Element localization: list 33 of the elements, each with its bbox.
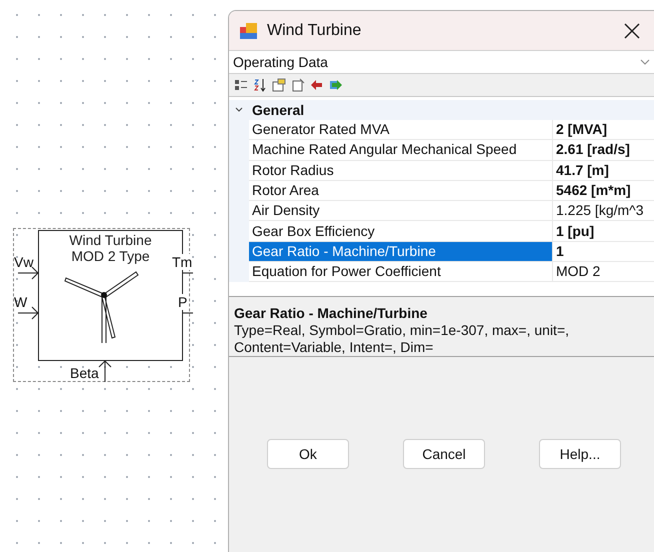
property-value[interactable]: 2.61 [rad/s] [553, 140, 654, 161]
property-name[interactable]: Rotor Area [249, 180, 553, 202]
property-name[interactable]: Air Density [249, 201, 553, 222]
property-name[interactable]: Rotor Radius [249, 160, 553, 181]
property-name[interactable]: Gear Ratio - Machine/Turbine [249, 242, 553, 262]
property-name[interactable]: Gear Box Efficiency [249, 221, 553, 242]
window-title: Wind Turbine [267, 20, 362, 40]
property-value[interactable]: 2 [MVA] [553, 120, 654, 140]
description-text: Type=Real, Symbol=Gratio, min=1e-307, max=, unit=, [234, 322, 570, 338]
property-name[interactable]: Generator Rated MVA [249, 120, 553, 140]
property-value[interactable]: MOD 2 [553, 262, 654, 282]
property-value[interactable]: 41.7 [m] [553, 160, 654, 181]
category-dropdown[interactable]: Operating Data [229, 50, 654, 74]
input-port-label: Vw [14, 254, 34, 270]
property-value[interactable]: 1.225 [kg/m^3 [553, 201, 654, 222]
property-value[interactable]: 5462 [m*m] [553, 180, 654, 202]
input-port-label: Beta [70, 365, 99, 381]
output-port-label: Tm [172, 254, 192, 270]
property-name[interactable]: Machine Rated Angular Mechanical Speed [249, 140, 553, 161]
group-header[interactable]: General [229, 100, 654, 120]
input-port-label: W [14, 294, 28, 310]
property-value[interactable]: 1 [pu] [553, 221, 654, 242]
description-text: Content=Variable, Intent=, Dim= [234, 338, 434, 356]
block-title: MOD 2 Type [71, 248, 150, 264]
group-label: General [252, 100, 304, 120]
property-name[interactable]: Equation for Power Coefficient [249, 262, 553, 282]
dialog-button[interactable]: Help... [539, 439, 621, 470]
description-title: Gear Ratio - Machine/Turbine [234, 304, 428, 322]
output-port-label: P [178, 294, 188, 310]
dialog-button[interactable]: Ok [267, 439, 349, 470]
dialog-button[interactable]: Cancel [403, 439, 485, 470]
property-value[interactable]: 1 [553, 242, 654, 262]
block-title: Wind Turbine [69, 232, 152, 248]
